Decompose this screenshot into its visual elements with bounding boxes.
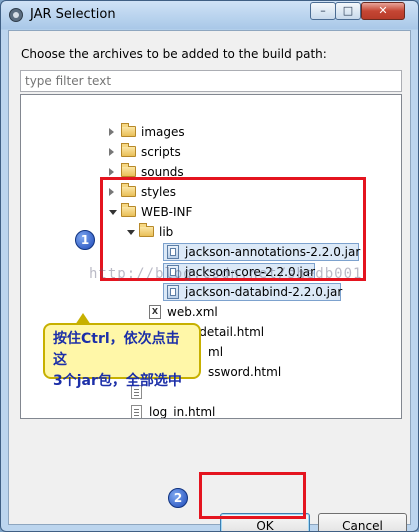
callout-line: 按住Ctrl，依次点击这 xyxy=(53,331,180,368)
step-2-badge: 2 xyxy=(168,488,188,508)
expand-icon[interactable] xyxy=(109,128,114,136)
tree-item-label: ml xyxy=(208,345,224,359)
jar-icon xyxy=(167,285,179,299)
close-button[interactable]: ✕ xyxy=(361,2,405,20)
tree-item-label: images xyxy=(141,125,185,139)
cancel-button[interactable]: Cancel xyxy=(318,513,407,531)
expand-icon[interactable] xyxy=(109,168,114,176)
maximize-button[interactable]: □ xyxy=(335,2,361,20)
step-1-badge: 1 xyxy=(75,230,95,250)
callout-line: 3个jar包，全部选中 xyxy=(53,373,182,389)
eclipse-icon xyxy=(9,8,23,22)
tree-item-images[interactable]: images xyxy=(109,122,229,142)
jar-selection-dialog: JAR Selection – □ ✕ Choose the archives … xyxy=(0,0,419,532)
watermark: http://blog.csdn.net/shedb001 xyxy=(89,266,363,282)
tree-item-label: scripts xyxy=(141,145,181,159)
instruction-callout: 按住Ctrl，依次点击这 3个jar包，全部选中 xyxy=(43,313,201,389)
tree-item-scripts[interactable]: scripts xyxy=(109,142,229,162)
minimize-button[interactable]: – xyxy=(310,2,336,20)
folder-icon xyxy=(121,143,136,157)
html-file-icon xyxy=(131,405,142,418)
tree-item-web-xml[interactable]: X web.xml xyxy=(149,302,249,322)
tree-item-label: log_in.html xyxy=(149,405,216,419)
folder-icon xyxy=(121,123,136,137)
tree-item-label: ssword.html xyxy=(208,365,282,379)
instruction-label: Choose the archives to be added to the b… xyxy=(21,47,327,61)
title-bar[interactable]: JAR Selection – □ ✕ xyxy=(1,1,418,30)
tree-item-jar[interactable]: jackson-databind-2.2.0.jar xyxy=(163,282,343,302)
tree-item-html[interactable]: log_in.html xyxy=(131,402,251,419)
tree-item-label: jackson-databind-2.2.0.jar xyxy=(185,285,343,299)
expand-icon[interactable] xyxy=(109,148,114,156)
tree-item-label: web.xml xyxy=(167,305,218,319)
window-title: JAR Selection xyxy=(30,7,116,22)
ok-button-highlight-box xyxy=(199,472,306,519)
filter-input[interactable] xyxy=(20,70,402,92)
folder-icon xyxy=(121,163,136,177)
xml-file-icon: X xyxy=(149,305,161,319)
